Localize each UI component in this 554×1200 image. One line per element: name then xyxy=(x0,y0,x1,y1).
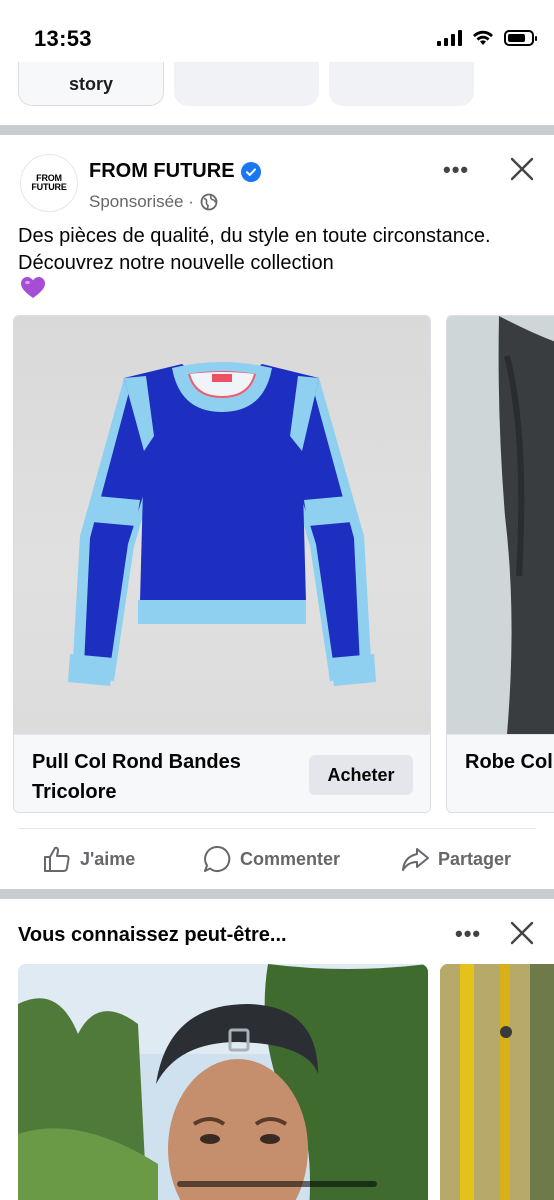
pymk-close-icon[interactable] xyxy=(509,920,535,946)
status-icons xyxy=(437,30,537,46)
carousel-card[interactable]: Pull Col Rond Bandes Tricolore Acheter xyxy=(13,315,431,813)
person-card[interactable] xyxy=(440,964,554,1200)
purple-heart-icon xyxy=(21,277,45,298)
post-close-icon[interactable] xyxy=(509,156,535,182)
pymk-more-button[interactable]: ••• xyxy=(455,921,481,947)
story-card[interactable] xyxy=(174,62,319,106)
story-label: story xyxy=(68,74,113,94)
share-icon xyxy=(402,848,429,871)
share-button[interactable]: Partager xyxy=(400,842,511,876)
facebook-feed: 13:53 story FROM FUTURE FROM FUTURE Spon xyxy=(0,0,554,1200)
sponsored-label: Sponsorisée · xyxy=(89,192,218,212)
battery-icon xyxy=(504,30,537,46)
like-label: J'aime xyxy=(80,848,136,869)
sweater-image xyxy=(68,362,376,686)
dress-image xyxy=(498,316,554,734)
page-name-text[interactable]: FROM FUTURE xyxy=(89,160,235,183)
carousel-card-footer: Pull Col Rond Bandes Tricolore Acheter xyxy=(14,734,430,812)
person-photo xyxy=(440,964,554,1200)
feed-divider xyxy=(0,125,554,135)
comment-button[interactable]: Commenter xyxy=(202,842,340,876)
post-text: Des pièces de qualité, du style en toute… xyxy=(18,225,491,274)
post-more-button[interactable]: ••• xyxy=(443,157,469,183)
cellular-signal-icon xyxy=(437,30,462,46)
story-card[interactable] xyxy=(329,62,474,106)
home-indicator[interactable] xyxy=(177,1181,377,1187)
carousel-card[interactable]: Robe Col Longue C xyxy=(446,315,554,813)
comment-label: Commenter xyxy=(240,848,341,869)
wifi-icon xyxy=(473,30,493,45)
thumbs-up-icon xyxy=(44,846,70,872)
pymk-title: Vous connaissez peut-être... xyxy=(18,924,287,946)
comment-icon xyxy=(204,845,231,872)
person-photo xyxy=(18,964,428,1200)
like-button[interactable]: J'aime xyxy=(42,842,135,876)
feed-divider xyxy=(0,889,554,899)
carousel-card-footer: Robe Col Longue C xyxy=(447,734,554,812)
product-title[interactable]: Pull Col Rond Bandes Tricolore xyxy=(32,747,282,807)
page-avatar[interactable]: FROM FUTURE xyxy=(20,154,78,212)
share-label: Partager xyxy=(438,848,512,869)
product-image-sweater[interactable] xyxy=(14,316,430,734)
buy-button[interactable]: Acheter xyxy=(309,755,413,795)
stories-strip: story xyxy=(0,62,554,108)
story-card-create[interactable]: story xyxy=(18,62,164,106)
product-title[interactable]: Robe Col Longue C xyxy=(465,747,554,777)
status-time: 13:53 xyxy=(34,26,92,51)
page-name[interactable]: FROM FUTURE xyxy=(89,160,261,183)
verified-badge-icon xyxy=(240,161,261,182)
product-image-dress[interactable] xyxy=(447,316,554,734)
actions-divider xyxy=(18,828,536,829)
globe-icon xyxy=(200,193,218,211)
person-card[interactable] xyxy=(18,964,428,1200)
